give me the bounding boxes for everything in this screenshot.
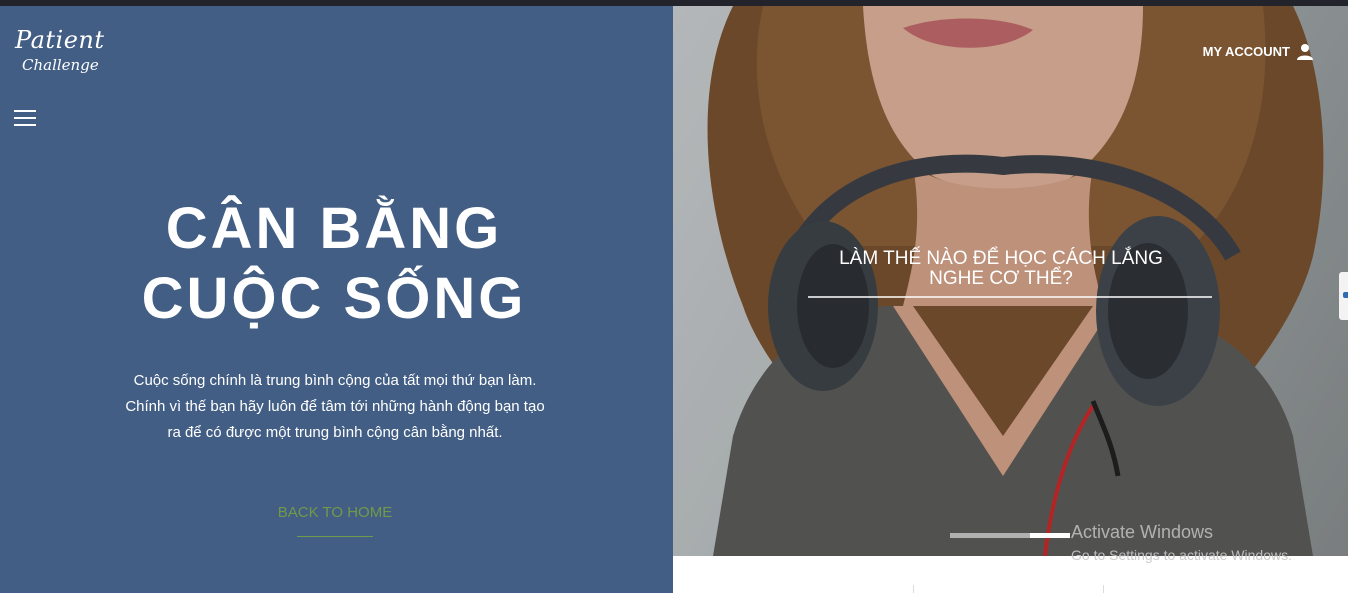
slider-dot[interactable] — [990, 533, 1030, 538]
my-account-link[interactable]: MY ACCOUNT — [1203, 42, 1314, 60]
activate-windows-subtitle: Go to Settings to activate Windows. — [1071, 547, 1292, 563]
logo-line2: Challenge — [22, 56, 99, 74]
activate-windows-title: Activate Windows — [1071, 522, 1214, 542]
slider-dot-active[interactable] — [1030, 533, 1070, 538]
hero-description-line3: ra để có được một trung bình cộng cân bằ… — [167, 424, 503, 441]
hero-description: Cuộc sống chính là trung bình cộng của t… — [110, 368, 560, 446]
slider-dot[interactable] — [950, 533, 990, 538]
user-icon — [1297, 44, 1313, 60]
slide-caption[interactable]: LÀM THẾ NÀO ĐỂ HỌC CÁCH LẮNG NGHE CƠ THỂ… — [821, 249, 1181, 289]
hero-left-panel: Patient Challenge CÂN BẰNG CUỘC SỐNG Cuộ… — [0, 6, 673, 593]
hero-description-line2: Chính vì thế bạn hãy luôn để tâm tới nhữ… — [125, 398, 545, 415]
column-divider — [913, 585, 914, 593]
back-to-home-link[interactable]: BACK TO HOME — [270, 504, 400, 521]
my-account-label: MY ACCOUNT — [1202, 43, 1290, 59]
hamburger-menu-icon[interactable] — [14, 110, 36, 128]
hero-slider[interactable]: MY ACCOUNT LÀM THẾ NÀO ĐỂ HỌC CÁCH LẮNG … — [673, 6, 1348, 556]
side-feedback-tab[interactable] — [1339, 272, 1348, 320]
caption-divider — [808, 296, 1212, 298]
hero-description-line1: Cuộc sống chính là trung bình cộng của t… — [133, 372, 537, 389]
hero-title: CÂN BẰNG CUỘC SỐNG — [0, 194, 668, 334]
logo-line1: Patient — [15, 26, 105, 54]
brand-logo[interactable]: Patient Challenge — [14, 26, 114, 86]
back-to-home-underline — [297, 536, 373, 537]
slide-caption-line1: LÀM THẾ NÀO ĐỂ HỌC CÁCH LẮNG — [839, 248, 1163, 269]
hero-title-line1: CÂN BẰNG — [165, 196, 503, 261]
slider-pagination — [950, 533, 1070, 538]
hero-title-line2: CUỘC SỐNG — [141, 266, 527, 331]
column-divider — [1103, 585, 1104, 593]
slide-caption-line2: NGHE CƠ THỂ? — [929, 268, 1073, 289]
